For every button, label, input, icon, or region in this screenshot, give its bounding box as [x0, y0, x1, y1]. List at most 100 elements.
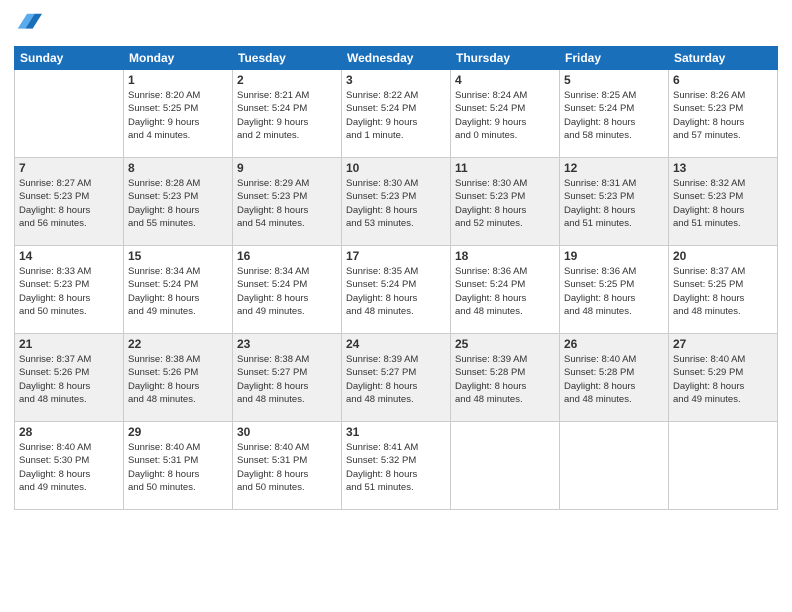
calendar-cell: 8 Sunrise: 8:28 AM Sunset: 5:23 PM Daylig… — [124, 158, 233, 246]
calendar-cell: 1 Sunrise: 8:20 AM Sunset: 5:25 PM Daylig… — [124, 70, 233, 158]
day-info: Sunrise: 8:36 AM Sunset: 5:24 PM Dayligh… — [455, 265, 555, 318]
calendar-cell: 16 Sunrise: 8:34 AM Sunset: 5:24 PM Dayli… — [233, 246, 342, 334]
calendar-cell: 26 Sunrise: 8:40 AM Sunset: 5:28 PM Dayli… — [560, 334, 669, 422]
day-number: 8 — [128, 161, 228, 175]
calendar-cell: 30Sunrise: 8:40 AM Sunset: 5:31 PM Dayli… — [233, 422, 342, 510]
day-info: Sunrise: 8:37 AM Sunset: 5:25 PM Dayligh… — [673, 265, 773, 318]
day-info: Sunrise: 8:24 AM Sunset: 5:24 PM Dayligh… — [455, 89, 555, 142]
day-number: 18 — [455, 249, 555, 263]
day-info: Sunrise: 8:36 AM Sunset: 5:25 PM Dayligh… — [564, 265, 664, 318]
day-info: Sunrise: 8:40 AM Sunset: 5:31 PM Dayligh… — [128, 441, 228, 494]
calendar-cell: 12 Sunrise: 8:31 AM Sunset: 5:23 PM Dayli… — [560, 158, 669, 246]
day-number: 25 — [455, 337, 555, 351]
calendar-cell: 28Sunrise: 8:40 AM Sunset: 5:30 PM Dayli… — [15, 422, 124, 510]
calendar-cell: 7Sunrise: 8:27 AM Sunset: 5:23 PM Daylig… — [15, 158, 124, 246]
day-number: 22 — [128, 337, 228, 351]
calendar-cell: 17Sunrise: 8:35 AM Sunset: 5:24 PM Dayli… — [342, 246, 451, 334]
day-number: 27 — [673, 337, 773, 351]
day-header-monday: Monday — [124, 47, 233, 70]
day-number: 26 — [564, 337, 664, 351]
day-info: Sunrise: 8:34 AM Sunset: 5:24 PM Dayligh… — [128, 265, 228, 318]
day-header-friday: Friday — [560, 47, 669, 70]
day-number: 2 — [237, 73, 337, 87]
day-info: Sunrise: 8:22 AM Sunset: 5:24 PM Dayligh… — [346, 89, 446, 142]
calendar-cell: 15 Sunrise: 8:34 AM Sunset: 5:24 PM Dayli… — [124, 246, 233, 334]
day-number: 29 — [128, 425, 228, 439]
day-info: Sunrise: 8:41 AM Sunset: 5:32 PM Dayligh… — [346, 441, 446, 494]
day-number: 19 — [564, 249, 664, 263]
day-number: 16 — [237, 249, 337, 263]
days-header-row: SundayMondayTuesdayWednesdayThursdayFrid… — [15, 47, 778, 70]
calendar-cell: 14Sunrise: 8:33 AM Sunset: 5:23 PM Dayli… — [15, 246, 124, 334]
day-number: 12 — [564, 161, 664, 175]
day-header-wednesday: Wednesday — [342, 47, 451, 70]
day-header-tuesday: Tuesday — [233, 47, 342, 70]
calendar-cell: 2 Sunrise: 8:21 AM Sunset: 5:24 PM Daylig… — [233, 70, 342, 158]
day-header-saturday: Saturday — [669, 47, 778, 70]
calendar-cell: 27Sunrise: 8:40 AM Sunset: 5:29 PM Dayli… — [669, 334, 778, 422]
day-header-thursday: Thursday — [451, 47, 560, 70]
day-info: Sunrise: 8:39 AM Sunset: 5:27 PM Dayligh… — [346, 353, 446, 406]
day-number: 4 — [455, 73, 555, 87]
day-info: Sunrise: 8:26 AM Sunset: 5:23 PM Dayligh… — [673, 89, 773, 142]
calendar-cell: 13Sunrise: 8:32 AM Sunset: 5:23 PM Dayli… — [669, 158, 778, 246]
calendar-cell: 5 Sunrise: 8:25 AM Sunset: 5:24 PM Daylig… — [560, 70, 669, 158]
day-info: Sunrise: 8:35 AM Sunset: 5:24 PM Dayligh… — [346, 265, 446, 318]
day-info: Sunrise: 8:34 AM Sunset: 5:24 PM Dayligh… — [237, 265, 337, 318]
calendar-cell: 10 Sunrise: 8:30 AM Sunset: 5:23 PM Dayli… — [342, 158, 451, 246]
calendar-cell: 19 Sunrise: 8:36 AM Sunset: 5:25 PM Dayli… — [560, 246, 669, 334]
day-info: Sunrise: 8:29 AM Sunset: 5:23 PM Dayligh… — [237, 177, 337, 230]
calendar-cell: 3 Sunrise: 8:22 AM Sunset: 5:24 PM Daylig… — [342, 70, 451, 158]
day-number: 13 — [673, 161, 773, 175]
calendar-cell: 24 Sunrise: 8:39 AM Sunset: 5:27 PM Dayli… — [342, 334, 451, 422]
day-number: 9 — [237, 161, 337, 175]
calendar-cell: 4 Sunrise: 8:24 AM Sunset: 5:24 PM Daylig… — [451, 70, 560, 158]
day-info: Sunrise: 8:31 AM Sunset: 5:23 PM Dayligh… — [564, 177, 664, 230]
day-number: 6 — [673, 73, 773, 87]
day-number: 28 — [19, 425, 119, 439]
calendar-cell — [15, 70, 124, 158]
day-info: Sunrise: 8:25 AM Sunset: 5:24 PM Dayligh… — [564, 89, 664, 142]
calendar-cell: 25 Sunrise: 8:39 AM Sunset: 5:28 PM Dayli… — [451, 334, 560, 422]
day-number: 20 — [673, 249, 773, 263]
day-info: Sunrise: 8:28 AM Sunset: 5:23 PM Dayligh… — [128, 177, 228, 230]
day-number: 3 — [346, 73, 446, 87]
day-info: Sunrise: 8:38 AM Sunset: 5:26 PM Dayligh… — [128, 353, 228, 406]
day-info: Sunrise: 8:27 AM Sunset: 5:23 PM Dayligh… — [19, 177, 119, 230]
calendar-table: SundayMondayTuesdayWednesdayThursdayFrid… — [14, 46, 778, 510]
calendar-cell: 18 Sunrise: 8:36 AM Sunset: 5:24 PM Dayli… — [451, 246, 560, 334]
day-info: Sunrise: 8:40 AM Sunset: 5:28 PM Dayligh… — [564, 353, 664, 406]
calendar-cell: 6 Sunrise: 8:26 AM Sunset: 5:23 PM Daylig… — [669, 70, 778, 158]
calendar-cell — [451, 422, 560, 510]
day-number: 11 — [455, 161, 555, 175]
calendar-cell: 23Sunrise: 8:38 AM Sunset: 5:27 PM Dayli… — [233, 334, 342, 422]
day-number: 21 — [19, 337, 119, 351]
day-number: 15 — [128, 249, 228, 263]
week-row-4: 28Sunrise: 8:40 AM Sunset: 5:30 PM Dayli… — [15, 422, 778, 510]
day-info: Sunrise: 8:39 AM Sunset: 5:28 PM Dayligh… — [455, 353, 555, 406]
calendar-cell: 21 Sunrise: 8:37 AM Sunset: 5:26 PM Dayli… — [15, 334, 124, 422]
logo-icon — [14, 10, 42, 38]
day-header-sunday: Sunday — [15, 47, 124, 70]
day-info: Sunrise: 8:38 AM Sunset: 5:27 PM Dayligh… — [237, 353, 337, 406]
calendar-cell: 9 Sunrise: 8:29 AM Sunset: 5:23 PM Daylig… — [233, 158, 342, 246]
calendar-cell: 31 Sunrise: 8:41 AM Sunset: 5:32 PM Dayli… — [342, 422, 451, 510]
day-info: Sunrise: 8:37 AM Sunset: 5:26 PM Dayligh… — [19, 353, 119, 406]
day-number: 10 — [346, 161, 446, 175]
day-number: 24 — [346, 337, 446, 351]
calendar-cell: 22 Sunrise: 8:38 AM Sunset: 5:26 PM Dayli… — [124, 334, 233, 422]
day-number: 31 — [346, 425, 446, 439]
day-info: Sunrise: 8:21 AM Sunset: 5:24 PM Dayligh… — [237, 89, 337, 142]
day-info: Sunrise: 8:30 AM Sunset: 5:23 PM Dayligh… — [346, 177, 446, 230]
calendar-cell: 20 Sunrise: 8:37 AM Sunset: 5:25 PM Dayli… — [669, 246, 778, 334]
calendar-cell — [669, 422, 778, 510]
day-info: Sunrise: 8:33 AM Sunset: 5:23 PM Dayligh… — [19, 265, 119, 318]
day-info: Sunrise: 8:20 AM Sunset: 5:25 PM Dayligh… — [128, 89, 228, 142]
day-number: 5 — [564, 73, 664, 87]
logo — [14, 10, 46, 38]
week-row-1: 7Sunrise: 8:27 AM Sunset: 5:23 PM Daylig… — [15, 158, 778, 246]
day-info: Sunrise: 8:30 AM Sunset: 5:23 PM Dayligh… — [455, 177, 555, 230]
day-number: 30 — [237, 425, 337, 439]
day-number: 1 — [128, 73, 228, 87]
week-row-2: 14Sunrise: 8:33 AM Sunset: 5:23 PM Dayli… — [15, 246, 778, 334]
